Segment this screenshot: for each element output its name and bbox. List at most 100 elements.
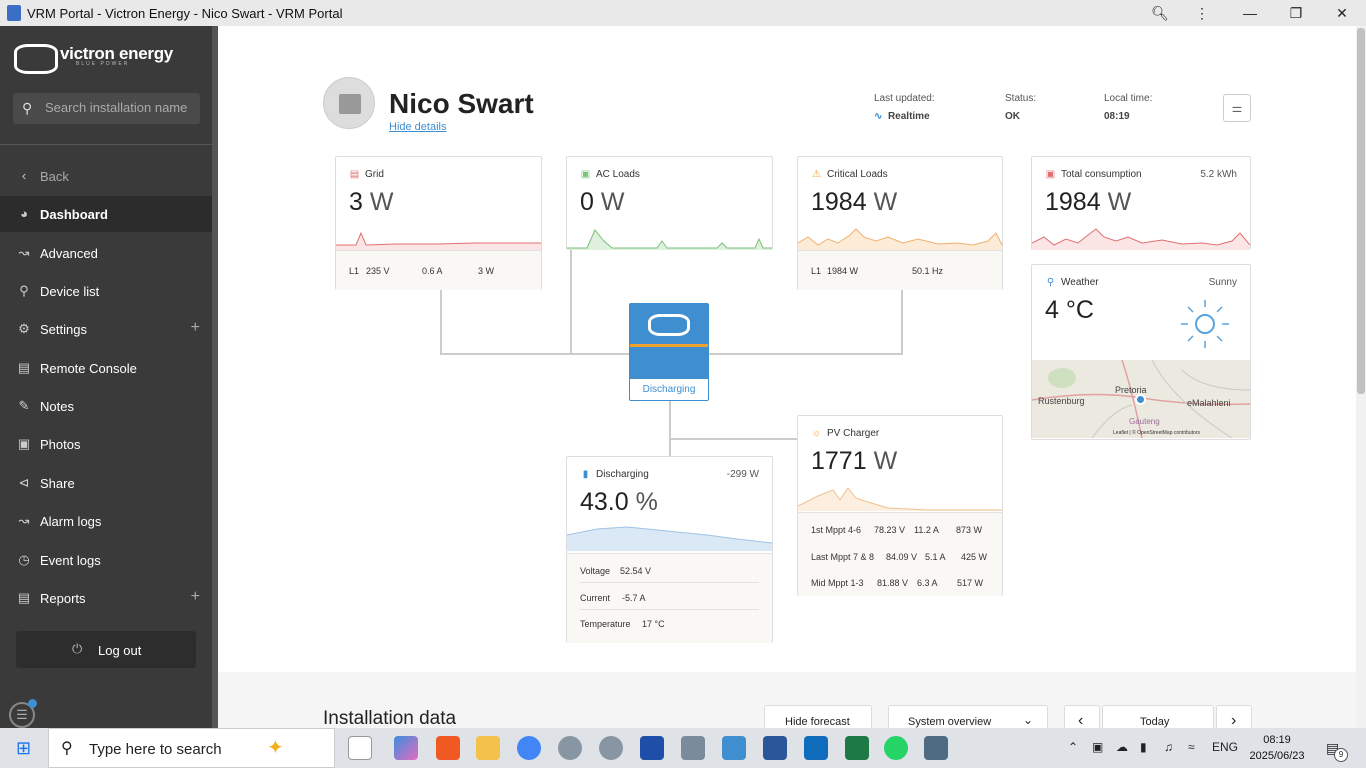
connector-app-icon[interactable] xyxy=(681,736,705,760)
grid-current: 0.6 A xyxy=(422,266,443,276)
sidebar-item-alarm-logs[interactable]: ↝ Alarm logs xyxy=(0,503,212,539)
dashboard-settings-button[interactable]: ⚌ xyxy=(1223,94,1251,122)
calculator-icon[interactable] xyxy=(924,736,948,760)
temperature-value: 4 °C xyxy=(1045,296,1094,324)
hide-details-link[interactable]: Hide details xyxy=(389,121,446,133)
brave-browser-icon[interactable] xyxy=(436,736,460,760)
meeting-icon[interactable]: ▣ xyxy=(1092,740,1103,754)
chart-line-icon: ↝ xyxy=(18,245,30,260)
speaker-icon[interactable]: ♫ xyxy=(1164,740,1173,754)
app-icon[interactable] xyxy=(640,736,664,760)
installation-avatar[interactable] xyxy=(323,77,375,129)
restore-button[interactable]: ❐ xyxy=(1286,3,1306,23)
ac-loads-card[interactable]: ▣ AC Loads 0 W xyxy=(566,156,773,250)
victron-app-icon[interactable] xyxy=(722,736,746,760)
victron-logo-icon xyxy=(14,44,58,74)
card-title: AC Loads xyxy=(596,169,640,180)
battery-current: -5.7 A xyxy=(622,593,646,603)
bell-icon: ↝ xyxy=(18,513,30,528)
row-label: Temperature xyxy=(580,619,631,629)
page-scrollbar[interactable] xyxy=(1356,26,1366,728)
card-title: Total consumption xyxy=(1061,169,1142,180)
sidebar-item-label: Alarm logs xyxy=(40,514,102,529)
status: Status: OK xyxy=(1005,93,1036,122)
pencil-icon: ✎ xyxy=(18,398,30,413)
last-updated-label: Last updated: xyxy=(874,93,935,104)
inverter-block[interactable]: Discharging xyxy=(629,303,709,401)
battery-icon[interactable]: ▮ xyxy=(1140,740,1147,754)
sidebar-item-reports[interactable]: ▤ Reports + xyxy=(0,580,212,616)
chevron-up-icon[interactable]: ⌃ xyxy=(1068,740,1078,754)
brand-tagline: BLUE POWER xyxy=(76,61,130,67)
search-icon: ⚲ xyxy=(22,100,33,116)
image-icon: ▣ xyxy=(17,436,31,451)
card-title: Discharging xyxy=(596,469,649,480)
cloud-icon[interactable]: ☁ xyxy=(1116,740,1128,754)
disk-app-icon[interactable] xyxy=(558,736,582,760)
search-input[interactable] xyxy=(45,100,195,115)
outlook-icon[interactable] xyxy=(804,736,828,760)
connector-line xyxy=(570,249,572,355)
expand-plus-icon[interactable]: + xyxy=(191,319,200,337)
total-consumption-sparkline xyxy=(1032,228,1250,250)
pv-power-value: 1771 xyxy=(811,447,867,475)
page-title: Nico Swart xyxy=(389,88,534,119)
sidebar-item-label: Dashboard xyxy=(40,207,108,222)
zoom-icon[interactable]: 🔍︎ xyxy=(1150,3,1170,23)
sidebar-item-share[interactable]: ⊲ Share xyxy=(0,465,212,501)
location-marker[interactable] xyxy=(1135,394,1146,405)
copilot-icon[interactable] xyxy=(394,736,418,760)
sidebar-item-advanced[interactable]: ↝ Advanced xyxy=(0,235,212,271)
window-titlebar: VRM Portal - Victron Energy - Nico Swart… xyxy=(0,0,1366,26)
document-icon xyxy=(7,5,21,21)
disk-app-icon[interactable] xyxy=(599,736,623,760)
sidebar-item-back[interactable]: ‹ Back xyxy=(0,158,212,194)
sidebar-item-dashboard[interactable]: ◕ Dashboard xyxy=(0,196,212,232)
file-explorer-icon[interactable] xyxy=(476,736,500,760)
taskbar-search[interactable]: ⚲ Type here to search ✦ xyxy=(48,728,335,768)
grid-power-value: 3 xyxy=(349,188,363,216)
installation-search[interactable]: ⚲ xyxy=(13,93,200,124)
task-view-icon[interactable] xyxy=(348,736,372,760)
battery-card[interactable]: ▮ Discharging -299 W 43.0 % Voltage 52.54… xyxy=(566,456,773,643)
expand-plus-icon[interactable]: + xyxy=(191,588,200,606)
mppt-name: Last Mppt 7 & 8 xyxy=(811,552,875,562)
button-label: Hide forecast xyxy=(785,716,850,728)
chat-support-button[interactable]: ☰ xyxy=(9,699,37,728)
scrollbar-thumb[interactable] xyxy=(1357,28,1365,394)
sidebar-item-event-logs[interactable]: ◷ Event logs xyxy=(0,542,212,578)
sidebar: victron energy BLUE POWER ⚲ ‹ Back ◕ Das… xyxy=(0,26,212,728)
close-button[interactable]: ✕ xyxy=(1332,3,1352,23)
sidebar-item-device-list[interactable]: ⚲ Device list xyxy=(0,273,212,309)
battery-power: -299 W xyxy=(726,469,759,480)
document-app-icon[interactable] xyxy=(763,736,787,760)
weather-map[interactable]: Rustenburg Pretoria eMalahleni Gauteng L… xyxy=(1032,360,1250,438)
logout-button[interactable]: ⏻ Log out xyxy=(16,631,196,668)
total-consumption-card[interactable]: ▣ Total consumption 5.2 kWh 1984 W xyxy=(1031,156,1251,250)
mppt-power: 425 W xyxy=(961,552,988,562)
sidebar-item-photos[interactable]: ▣ Photos xyxy=(0,426,212,462)
chrome-icon[interactable] xyxy=(517,736,541,760)
critical-loads-card[interactable]: ⚠ Critical Loads 1984 W L1 1984 W 50.1 Hz xyxy=(797,156,1003,290)
minimize-button[interactable]: — xyxy=(1240,3,1260,23)
sidebar-item-label: Notes xyxy=(40,399,74,414)
sidebar-item-remote-console[interactable]: ▤ Remote Console xyxy=(0,350,212,386)
wifi-icon[interactable]: ≈ xyxy=(1188,740,1195,754)
ac-loads-sparkline xyxy=(567,229,772,250)
language-indicator[interactable]: ENG xyxy=(1212,740,1238,754)
sidebar-item-notes[interactable]: ✎ Notes xyxy=(0,388,212,424)
mppt-current: 6.3 A xyxy=(917,578,938,588)
system-clock[interactable]: 08:19 2025/06/23 xyxy=(1244,732,1310,764)
pv-charger-card[interactable]: ☼ PV Charger 1771 W 1st Mppt 4-6 78.23 V … xyxy=(797,415,1003,596)
whatsapp-icon[interactable] xyxy=(884,736,908,760)
card-title: Weather xyxy=(1061,277,1099,288)
map-attribution[interactable]: Leaflet | © OpenStreetMap contributors xyxy=(1113,430,1200,436)
sidebar-item-settings[interactable]: ⚙ Settings + xyxy=(0,311,212,347)
grid-card[interactable]: ▤ Grid 3 W L1 235 V 0.6 A 3 W xyxy=(335,156,542,290)
last-updated-value: Realtime xyxy=(887,111,930,122)
excel-icon[interactable] xyxy=(845,736,869,760)
unit: W xyxy=(600,188,625,216)
windows-start-icon[interactable]: ⊞ xyxy=(16,738,31,759)
more-menu-icon[interactable]: ⋮ xyxy=(1192,3,1212,23)
monitor-icon: ▤ xyxy=(17,360,31,375)
